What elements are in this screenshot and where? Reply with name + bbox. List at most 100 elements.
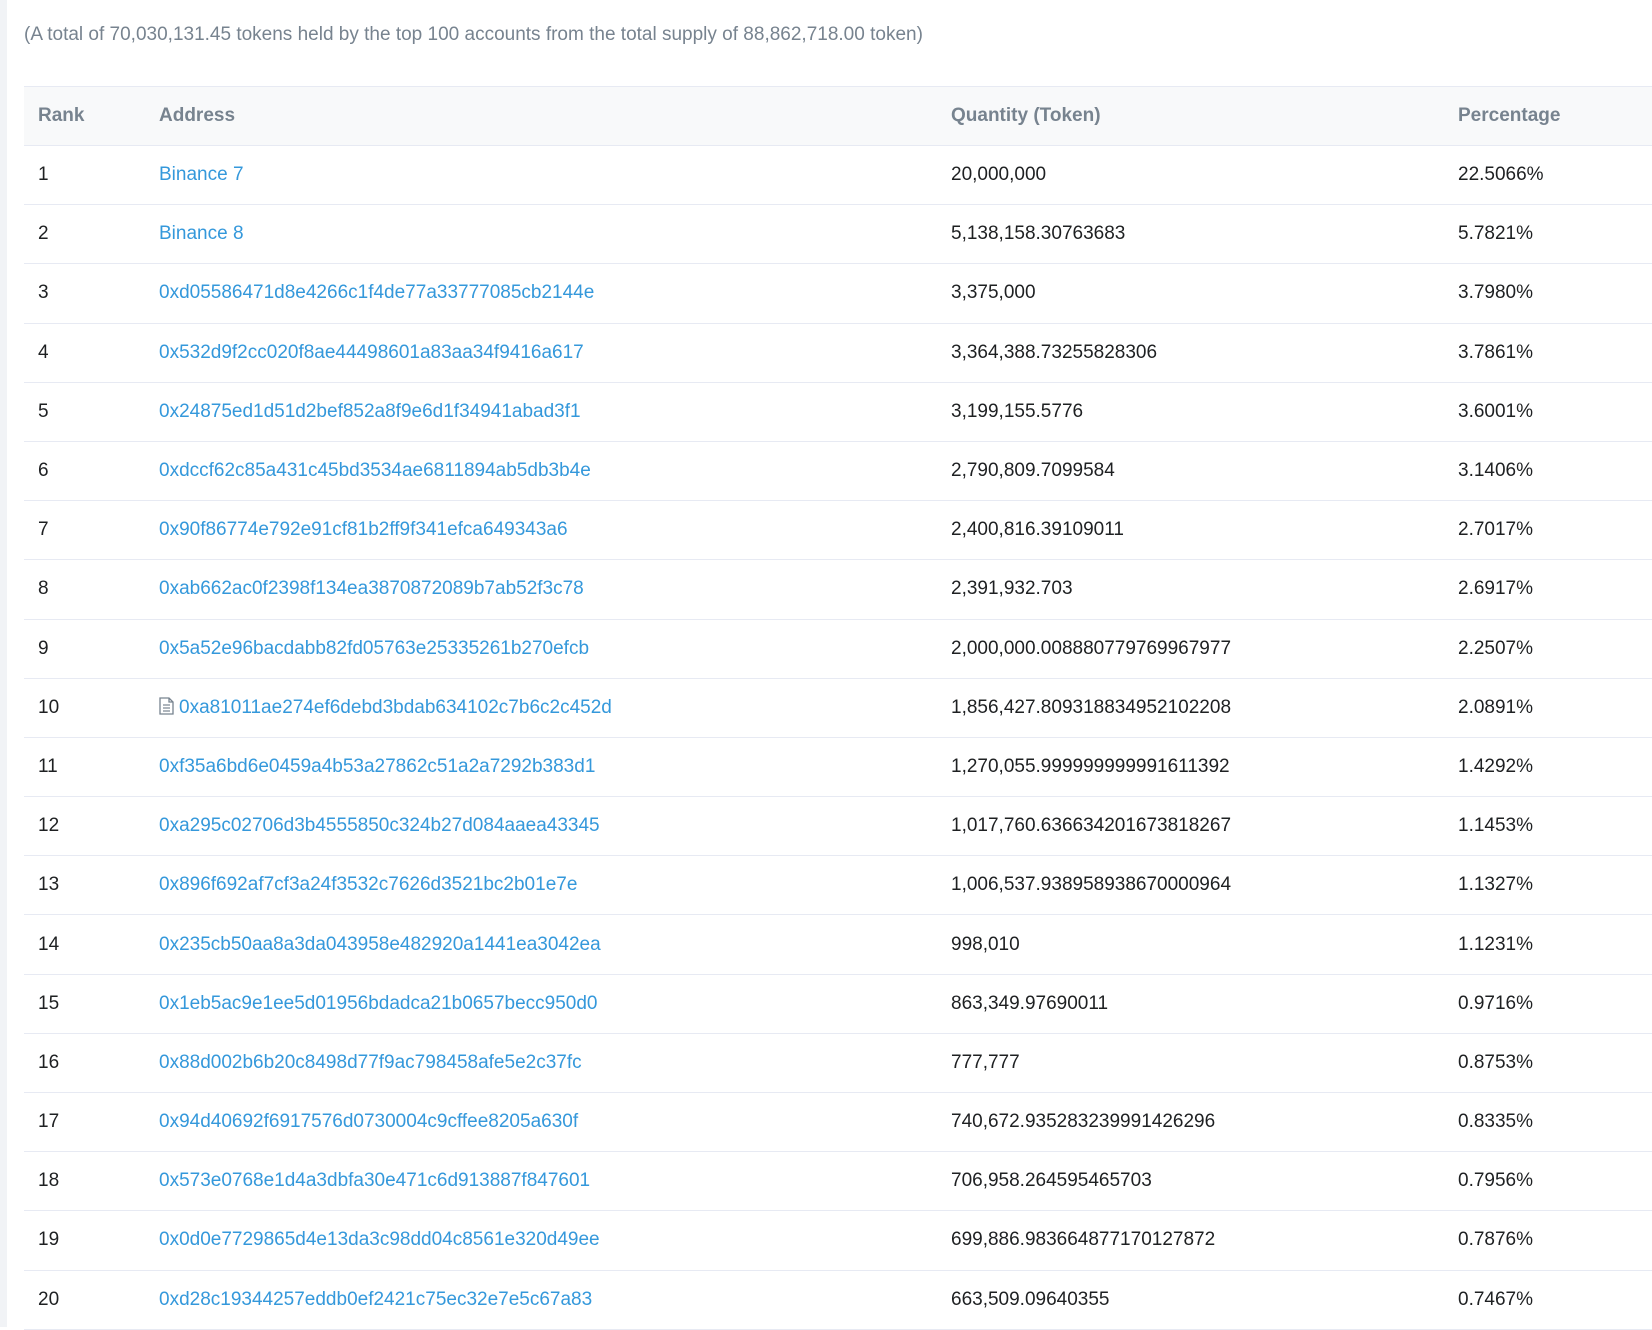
address-link[interactable]: 0x90f86774e792e91cf81b2ff9f341efca649343…	[159, 519, 568, 540]
quantity-cell: 5,138,158.30763683	[951, 223, 1126, 245]
quantity-cell: 1,856,427.809318834952102208	[951, 696, 1232, 718]
table-row: 4 0x532d9f2cc020f8ae44498601a83aa34f9416a…	[24, 323, 1652, 383]
rank-cell: 11	[38, 755, 58, 777]
percentage-cell: 3.7861%	[1458, 341, 1534, 363]
contract-icon	[159, 697, 174, 715]
percentage-cell: 0.7956%	[1458, 1170, 1534, 1192]
percentage-cell: 1.1327%	[1458, 874, 1534, 896]
table-row: 13 0x896f692af7cf3a24f3532c7626d3521bc2b0…	[24, 856, 1652, 915]
address-link[interactable]: 0x896f692af7cf3a24f3532c7626d3521bc2b01e…	[159, 874, 577, 895]
address-link[interactable]: 0xa295c02706d3b4555850c324b27d084aaea433…	[159, 815, 600, 836]
address-cell: 0x5a52e96bacdabb82fd05763e25335261b270ef…	[159, 619, 951, 678]
table-row: 3 0xd05586471d8e4266c1f4de77a33777085cb21…	[24, 264, 1652, 324]
address-link[interactable]: Binance 7	[159, 164, 244, 185]
holders-summary: (A total of 70,030,131.45 tokens held by…	[24, 24, 923, 45]
address-cell: 0xdccf62c85a431c45bd3534ae6811894ab5db3b…	[159, 441, 951, 500]
address-cell: 0xd28c19344257eddb0ef2421c75ec32e7e5c67a…	[159, 1270, 951, 1329]
percentage-cell: 0.8335%	[1458, 1111, 1534, 1133]
address-link[interactable]: 0x573e0768e1d4a3dbfa30e471c6d913887f8476…	[159, 1170, 590, 1191]
percentage-cell: 3.7980%	[1458, 282, 1534, 304]
holders-table-container: Rank Address Quantity (Token) Percentage…	[24, 86, 1652, 1330]
rank-cell: 13	[38, 874, 60, 896]
quantity-cell: 1,017,760.636634201673818267	[951, 815, 1232, 837]
table-body: 1 Binance 7 20,000,000 22.5066% 2 Binance 8 5,…	[24, 146, 1652, 1330]
quantity-cell: 20,000,000	[951, 164, 1047, 186]
table-row: 2 Binance 8 5,138,158.30763683 5.7821%	[24, 205, 1652, 264]
rank-cell: 5	[38, 400, 49, 422]
address-link[interactable]: 0xa81011ae274ef6debd3bdab634102c7b6c2c45…	[179, 697, 612, 718]
table-row: 19 0x0d0e7729865d4e13da3c98dd04c8561e320d…	[24, 1211, 1652, 1271]
table-header: Rank Address Quantity (Token) Percentage	[24, 86, 1652, 146]
rank-cell: 10	[38, 696, 60, 718]
percentage-cell: 2.6917%	[1458, 578, 1534, 600]
percentage-cell: 3.1406%	[1458, 460, 1534, 482]
rank-cell: 3	[38, 282, 49, 304]
address-cell: 0x90f86774e792e91cf81b2ff9f341efca649343…	[159, 501, 951, 560]
percentage-cell: 1.1231%	[1458, 933, 1534, 955]
percentage-cell: 3.6001%	[1458, 400, 1534, 422]
rank-cell: 12	[38, 815, 60, 837]
address-link[interactable]: 0x94d40692f6917576d0730004c9cffee8205a63…	[159, 1111, 578, 1132]
address-cell: 0x1eb5ac9e1ee5d01956bdadca21b0657becc950…	[159, 974, 951, 1033]
quantity-cell: 777,777	[951, 1051, 1020, 1073]
table-row: 14 0x235cb50aa8a3da043958e482920a1441ea30…	[24, 915, 1652, 975]
table-row: 18 0x573e0768e1d4a3dbfa30e471c6d913887f84…	[24, 1152, 1652, 1211]
quantity-cell: 2,391,932.703	[951, 578, 1073, 600]
address-link[interactable]: 0x5a52e96bacdabb82fd05763e25335261b270ef…	[159, 638, 589, 659]
address-link[interactable]: Binance 8	[159, 223, 244, 244]
address-cell: 0x88d002b6b20c8498d77f9ac798458afe5e2c37…	[159, 1033, 951, 1092]
address-link[interactable]: 0x88d002b6b20c8498d77f9ac798458afe5e2c37…	[159, 1052, 582, 1073]
address-cell: 0x532d9f2cc020f8ae44498601a83aa34f9416a6…	[159, 323, 951, 382]
table-row: 16 0x88d002b6b20c8498d77f9ac798458afe5e2c…	[24, 1033, 1652, 1093]
rank-cell: 20	[38, 1288, 60, 1310]
rank-cell: 6	[38, 460, 49, 482]
page-left-border	[0, 0, 7, 1327]
table-row: 17 0x94d40692f6917576d0730004c9cffee8205a…	[24, 1093, 1652, 1152]
rank-cell: 14	[38, 933, 60, 955]
holders-table: Rank Address Quantity (Token) Percentage…	[24, 86, 1652, 1330]
address-link[interactable]: 0x235cb50aa8a3da043958e482920a1441ea3042…	[159, 934, 601, 955]
table-row: 12 0xa295c02706d3b4555850c324b27d084aaea4…	[24, 797, 1652, 856]
percentage-cell: 2.2507%	[1458, 637, 1534, 659]
rank-cell: 17	[38, 1111, 60, 1133]
address-link[interactable]: 0xab662ac0f2398f134ea3870872089b7ab52f3c…	[159, 578, 584, 599]
rank-cell: 1	[38, 164, 49, 186]
table-row: 5 0x24875ed1d51d2bef852a8f9e6d1f34941abad…	[24, 382, 1652, 442]
address-link[interactable]: 0x24875ed1d51d2bef852a8f9e6d1f34941abad3…	[159, 401, 581, 422]
percentage-cell: 2.7017%	[1458, 519, 1534, 541]
percentage-cell: 0.7876%	[1458, 1229, 1534, 1251]
percentage-cell: 1.1453%	[1458, 815, 1534, 837]
address-cell: 0x573e0768e1d4a3dbfa30e471c6d913887f8476…	[159, 1152, 951, 1211]
percentage-cell: 0.7467%	[1458, 1288, 1534, 1310]
address-link[interactable]: 0x532d9f2cc020f8ae44498601a83aa34f9416a6…	[159, 342, 584, 363]
rank-header: Rank	[38, 105, 85, 126]
percentage-header: Percentage	[1458, 105, 1561, 126]
quantity-cell: 740,672.935283239991426296	[951, 1111, 1216, 1133]
address-link[interactable]: 0x0d0e7729865d4e13da3c98dd04c8561e320d49…	[159, 1229, 600, 1250]
rank-cell: 9	[38, 637, 49, 659]
address-link[interactable]: 0xf35a6bd6e0459a4b53a27862c51a2a7292b383…	[159, 756, 595, 777]
quantity-cell: 3,199,155.5776	[951, 400, 1084, 422]
quantity-cell: 1,006,537.938958938670000964	[951, 874, 1232, 896]
table-row: 20 0xd28c19344257eddb0ef2421c75ec32e7e5c6…	[24, 1270, 1652, 1330]
table-row: 9 0x5a52e96bacdabb82fd05763e25335261b270e…	[24, 619, 1652, 679]
table-header-row: Rank Address Quantity (Token) Percentage	[24, 86, 1652, 146]
quantity-cell: 3,364,388.73255828306	[951, 341, 1158, 363]
percentage-cell: 5.7821%	[1458, 223, 1534, 245]
address-link[interactable]: 0x1eb5ac9e1ee5d01956bdadca21b0657becc950…	[159, 993, 597, 1014]
address-link[interactable]: 0xdccf62c85a431c45bd3534ae6811894ab5db3b…	[159, 460, 591, 481]
rank-cell: 18	[38, 1170, 60, 1192]
rank-cell: 4	[38, 341, 49, 363]
address-link[interactable]: 0xd05586471d8e4266c1f4de77a33777085cb214…	[159, 282, 594, 303]
address-cell: 0xa81011ae274ef6debd3bdab634102c7b6c2c45…	[159, 678, 951, 737]
percentage-cell: 2.0891%	[1458, 696, 1534, 718]
table-row: 8 0xab662ac0f2398f134ea3870872089b7ab52f3…	[24, 560, 1652, 619]
address-cell: 0xab662ac0f2398f134ea3870872089b7ab52f3c…	[159, 560, 951, 619]
address-cell: 0xa295c02706d3b4555850c324b27d084aaea433…	[159, 797, 951, 856]
quantity-cell: 706,958.264595465703	[951, 1170, 1152, 1192]
address-cell: Binance 7	[159, 146, 951, 205]
quantity-cell: 1,270,055.999999999991611392	[951, 755, 1230, 777]
address-link[interactable]: 0xd28c19344257eddb0ef2421c75ec32e7e5c67a…	[159, 1289, 592, 1310]
rank-cell: 15	[38, 992, 60, 1014]
quantity-cell: 2,400,816.39109011	[951, 519, 1124, 541]
